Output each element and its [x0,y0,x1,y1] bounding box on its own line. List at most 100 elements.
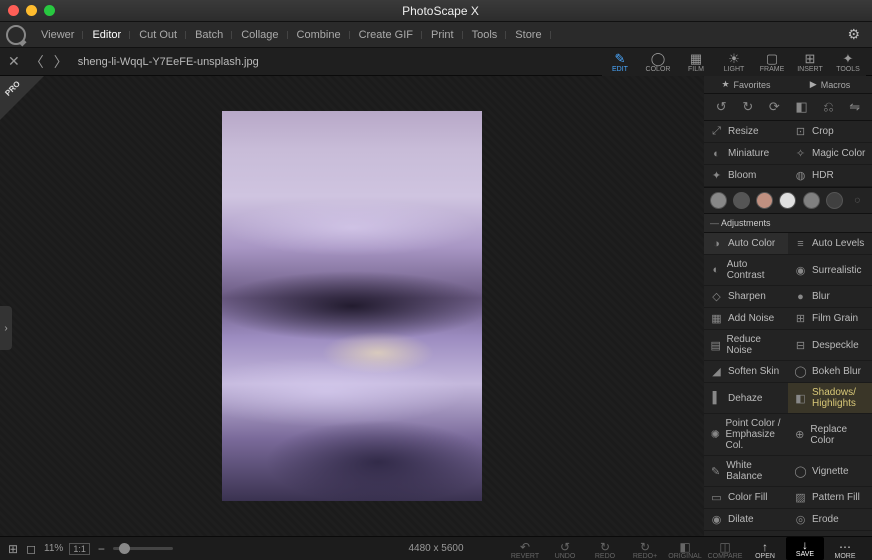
adjust-auto[interactable]: ◐Auto Contrast [704,255,788,286]
action-redo+: ↻REDO+ [626,541,664,560]
action-more[interactable]: ⋯MORE [826,541,864,560]
action-revert: ↶REVERT [506,541,544,560]
close-file-icon[interactable]: ✕ [8,53,20,70]
sharpen-icon: ◇ [710,290,723,303]
adjust-erode[interactable]: ◎Erode [788,509,872,531]
edit-icon: ✎ [615,52,626,66]
adjust-pattern[interactable]: ▨Pattern Fill [788,487,872,509]
adjust-bokeh[interactable]: ◯Bokeh Blur [788,361,872,383]
tool-crop[interactable]: ⊡Crop [788,121,872,143]
mode-tab-frame[interactable]: ▢FRAME [754,52,790,73]
menu-tools[interactable]: Tools [463,29,507,41]
action-open[interactable]: ↑OPEN [746,541,784,560]
menu-cut-out[interactable]: Cut Out [130,29,186,41]
app-logo-icon[interactable] [6,25,26,45]
fit-button[interactable]: 1:1 [69,543,90,555]
action-save[interactable]: ↓SAVE [786,537,824,560]
redo+-icon: ↻ [640,541,650,553]
adjust-auto[interactable]: ≡Auto Levels [788,233,872,255]
adjust-film[interactable]: ⊞Film Grain [788,308,872,330]
swatch-2[interactable] [756,192,773,209]
zoom-out-icon[interactable]: − [98,542,105,556]
adjust-reduce[interactable]: ▤Reduce Noise [704,330,788,361]
tool-miniature[interactable]: ◐Miniature [704,143,788,165]
adjust-add[interactable]: ▦Add Noise [704,308,788,330]
tool-resize[interactable]: ⤢Resize [704,121,788,143]
mode-tab-tools[interactable]: ✦TOOLS [830,52,866,73]
resize-icon: ⤢ [710,125,723,138]
menu-print[interactable]: Print [422,29,463,41]
swatch-0[interactable] [710,192,727,209]
action-undo: ↺UNDO [546,541,584,560]
vignette-icon: ◯ [794,465,807,478]
transform-icon-4[interactable]: ⎌ [823,99,833,115]
menu-combine[interactable]: Combine [288,29,350,41]
next-file-icon[interactable]: 〉 [54,52,68,72]
transform-icon-5[interactable]: ⇋ [849,99,860,115]
adjust-dilate[interactable]: ◉Dilate [704,509,788,531]
adjust-despeckle[interactable]: ⊟Despeckle [788,330,872,361]
adjust-vignette[interactable]: ◯Vignette [788,456,872,487]
mode-tab-insert[interactable]: ⊞INSERT [792,52,828,73]
menu-create-gif[interactable]: Create GIF [350,29,422,41]
zoom-value[interactable]: 11% [44,543,63,554]
point-icon: ✺ [710,428,720,441]
transform-icon-0[interactable]: ↺ [716,99,727,115]
transform-icon-2[interactable]: ⟳ [769,99,780,115]
adjust-auto[interactable]: ◑Auto Color [704,233,788,255]
menu-store[interactable]: Store [506,29,550,41]
swatch-1[interactable] [733,192,750,209]
mode-tab-edit[interactable]: ✎EDIT [602,52,638,73]
expand-sidebar-icon[interactable]: › [0,306,12,350]
settings-gear-icon[interactable]: ⚙ [841,26,866,43]
adjust-point[interactable]: ✺Point Color / Emphasize Col. [704,414,788,456]
open-icon: ↑ [762,541,768,553]
more-icon: ⋯ [839,541,851,553]
adjust-shadows[interactable]: ◧Shadows/ Highlights [788,383,872,414]
crop-overlay-icon[interactable]: ◻ [26,542,36,556]
transform-icon-3[interactable]: ◧ [795,99,807,115]
adjust-blur[interactable]: ●Blur [788,286,872,308]
menu-viewer[interactable]: Viewer [32,29,83,41]
undo-icon: ↺ [560,541,570,553]
adjust-sharpen[interactable]: ◇Sharpen [704,286,788,308]
swatch-5[interactable] [826,192,843,209]
image-canvas[interactable] [222,111,482,501]
tool-bloom[interactable]: ✦Bloom [704,165,788,187]
adjust-color[interactable]: ▭Color Fill [704,487,788,509]
save-icon: ↓ [802,539,808,551]
light-icon: ☀ [728,52,740,66]
white-icon: ✎ [710,465,721,478]
mode-tab-film[interactable]: ▦FILM [678,52,714,73]
canvas-area: PRO › [0,76,704,536]
mode-tab-color[interactable]: ◯COLOR [640,52,676,73]
bottom-actions: ↶REVERT↺UNDO↻REDO↻REDO+◧ORIGINAL◫COMPARE… [506,537,864,560]
adjust-soften[interactable]: ◢Soften Skin [704,361,788,383]
menu-collage[interactable]: Collage [232,29,287,41]
adjust-white[interactable]: ✎White Balance [704,456,788,487]
macros-tab[interactable]: ▶ Macros [788,76,872,93]
menu-batch[interactable]: Batch [186,29,232,41]
quick-tools: ⤢Resize⊡Crop◐Miniature✧Magic Color✦Bloom… [704,121,872,187]
adjust-dehaze[interactable]: ▌Dehaze [704,383,788,414]
mode-tab-light[interactable]: ☀LIGHT [716,52,752,73]
status-bar: ⊞ ◻ 11% 1:1 − 4480 x 5600 ↶REVERT↺UNDO↻R… [0,536,872,560]
swatch-row: ◌ [704,187,872,214]
swatch-3[interactable] [779,192,796,209]
adjust-replace[interactable]: ⊕Replace Color [788,414,872,456]
magic color-icon: ✧ [794,147,807,160]
droplet-icon[interactable]: ◌ [849,192,866,209]
tool-magic-color[interactable]: ✧Magic Color [788,143,872,165]
grid-icon[interactable]: ⊞ [8,542,18,556]
transform-icon-1[interactable]: ↻ [742,99,753,115]
prev-file-icon[interactable]: 〈 [30,52,44,72]
tool-hdr[interactable]: ◍HDR [788,165,872,187]
zoom-slider[interactable] [113,547,173,550]
favorites-tab[interactable]: ★ Favorites [704,76,788,93]
adjustments-header[interactable]: Adjustments [704,214,872,233]
menu-editor[interactable]: Editor [83,29,130,41]
swatch-4[interactable] [803,192,820,209]
hdr-icon: ◍ [794,169,807,182]
adjust-surrealistic[interactable]: ◉Surrealistic [788,255,872,286]
auto-icon: ◑ [710,238,723,250]
